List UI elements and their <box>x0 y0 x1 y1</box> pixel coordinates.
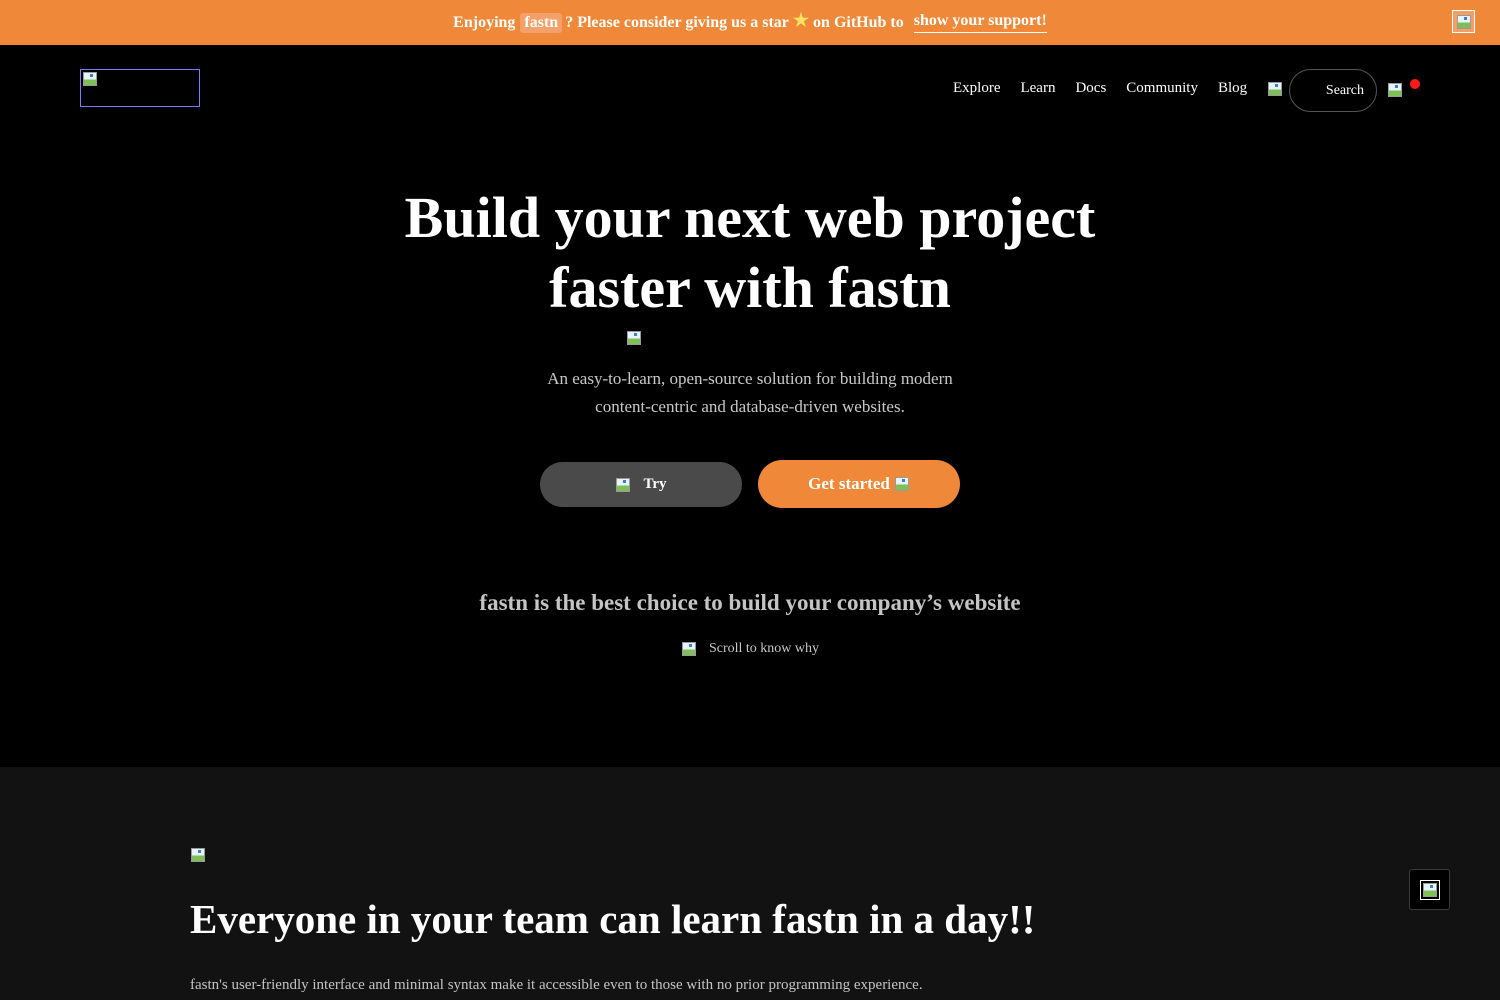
floating-action-button[interactable] <box>1409 869 1450 910</box>
get-started-label: Get started <box>808 474 890 493</box>
nav-community[interactable]: Community <box>1126 80 1198 97</box>
site-logo[interactable] <box>80 69 200 107</box>
nav-explore[interactable]: Explore <box>953 80 1000 97</box>
scroll-hint[interactable]: Scroll to know why <box>0 641 1500 657</box>
notification-dot <box>1410 79 1420 89</box>
scroll-down-icon <box>681 641 697 657</box>
banner-brand-pill: fastn <box>520 12 563 33</box>
nav-blog[interactable]: Blog <box>1218 80 1247 97</box>
hero-subtitle-line-2: content-centric and database-driven webs… <box>595 397 905 416</box>
search-label: Search <box>1325 82 1364 98</box>
banner-suffix: on GitHub to <box>813 13 904 31</box>
show-support-link[interactable]: show your support! <box>913 12 1047 33</box>
hero-title-line-1: Build your next web project <box>404 185 1096 250</box>
language-icon[interactable] <box>1387 82 1403 98</box>
try-icon <box>615 477 631 493</box>
scroll-hint-label: Scroll to know why <box>708 641 820 656</box>
banner-middle-text: ? Please consider giving us a star <box>565 13 789 31</box>
theme-toggle-icon[interactable] <box>1267 81 1283 97</box>
broken-image-icon <box>1456 14 1472 30</box>
main-nav: Explore Learn Docs Community Blog <box>953 80 1303 97</box>
section-description: fastn's user-friendly interface and mini… <box>190 977 923 993</box>
hero-subtitle: An easy-to-learn, open-source solution f… <box>0 365 1500 421</box>
announcement-banner: Enjoying fastn ? Please consider giving … <box>0 0 1500 45</box>
floating-action-icon <box>1419 879 1440 900</box>
banner-close-icon[interactable] <box>1452 10 1475 33</box>
get-started-button[interactable]: Get started <box>758 460 960 508</box>
broken-image-icon <box>1422 882 1438 898</box>
hero-title: Build your next web project faster with … <box>0 183 1500 323</box>
banner-prefix: Enjoying <box>453 13 516 31</box>
best-choice-heading: fastn is the best choice to build your c… <box>479 590 1021 615</box>
logo-image-icon <box>82 71 98 87</box>
star-icon: ★ <box>792 10 810 30</box>
search-button[interactable]: Search <box>1289 69 1377 112</box>
hero-subtitle-line-1: An easy-to-learn, open-source solution f… <box>547 369 953 388</box>
try-button[interactable]: Try <box>540 462 742 507</box>
hero-title-line-2: faster with fastn <box>549 255 951 320</box>
learn-section: Everyone in your team can learn fastn in… <box>0 767 1500 1000</box>
nav-learn[interactable]: Learn <box>1020 80 1055 97</box>
section-image-icon <box>190 847 206 863</box>
try-label: Try <box>643 476 667 492</box>
section-title: Everyone in your team can learn fastn in… <box>190 896 1036 942</box>
hero-image-icon <box>626 330 642 346</box>
arrow-icon <box>894 476 910 492</box>
nav-docs[interactable]: Docs <box>1075 80 1106 97</box>
